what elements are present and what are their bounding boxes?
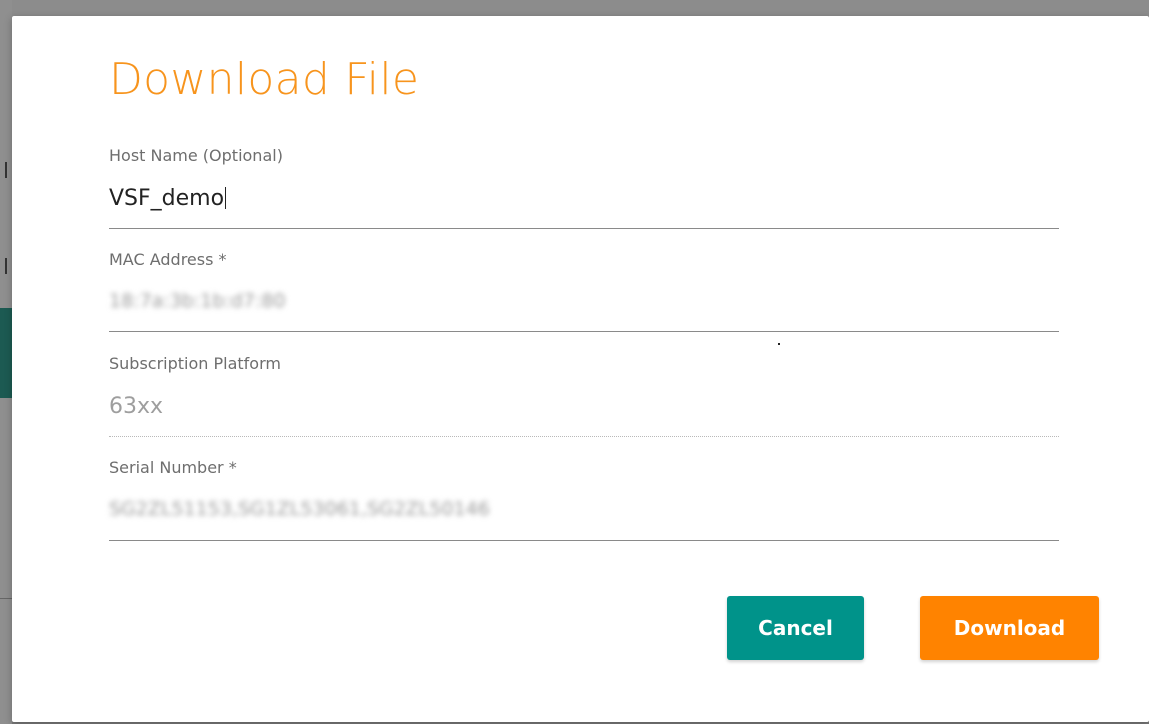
mac-address-underline bbox=[109, 331, 1059, 332]
host-name-underline bbox=[109, 228, 1059, 229]
serial-number-label: Serial Number * bbox=[109, 458, 237, 477]
background-page-sidebar bbox=[0, 0, 12, 724]
dialog-title: Download File bbox=[109, 54, 420, 105]
cancel-button[interactable]: Cancel bbox=[727, 596, 864, 660]
mac-address-field[interactable]: MAC Address * 18:7a:3b:1b:d7:80 bbox=[109, 250, 1059, 334]
background-divider bbox=[5, 258, 7, 274]
subscription-platform-field: Subscription Platform 63xx bbox=[109, 354, 1059, 438]
host-name-input[interactable]: VSF_demo bbox=[109, 186, 227, 211]
host-name-field[interactable]: Host Name (Optional) VSF_demo bbox=[109, 146, 1059, 230]
background-page-header bbox=[0, 0, 1149, 16]
background-divider bbox=[5, 162, 7, 178]
download-button[interactable]: Download bbox=[920, 596, 1099, 660]
download-file-dialog: Download File Host Name (Optional) VSF_d… bbox=[12, 16, 1149, 722]
background-selected-row bbox=[0, 308, 12, 398]
host-name-value: VSF_demo bbox=[109, 186, 225, 211]
host-name-label: Host Name (Optional) bbox=[109, 146, 283, 165]
serial-number-underline bbox=[109, 540, 1059, 541]
stray-dot bbox=[778, 343, 780, 345]
subscription-platform-underline bbox=[109, 436, 1059, 437]
serial-number-input[interactable]: SG2ZL51153,SG1ZL53061,SG2ZL50146 bbox=[109, 498, 490, 520]
text-caret bbox=[225, 187, 227, 209]
background-rule bbox=[0, 598, 12, 599]
subscription-platform-label: Subscription Platform bbox=[109, 354, 281, 373]
serial-number-field[interactable]: Serial Number * SG2ZL51153,SG1ZL53061,SG… bbox=[109, 458, 1059, 542]
mac-address-label: MAC Address * bbox=[109, 250, 227, 269]
subscription-platform-value: 63xx bbox=[109, 394, 164, 419]
mac-address-input[interactable]: 18:7a:3b:1b:d7:80 bbox=[109, 290, 286, 312]
